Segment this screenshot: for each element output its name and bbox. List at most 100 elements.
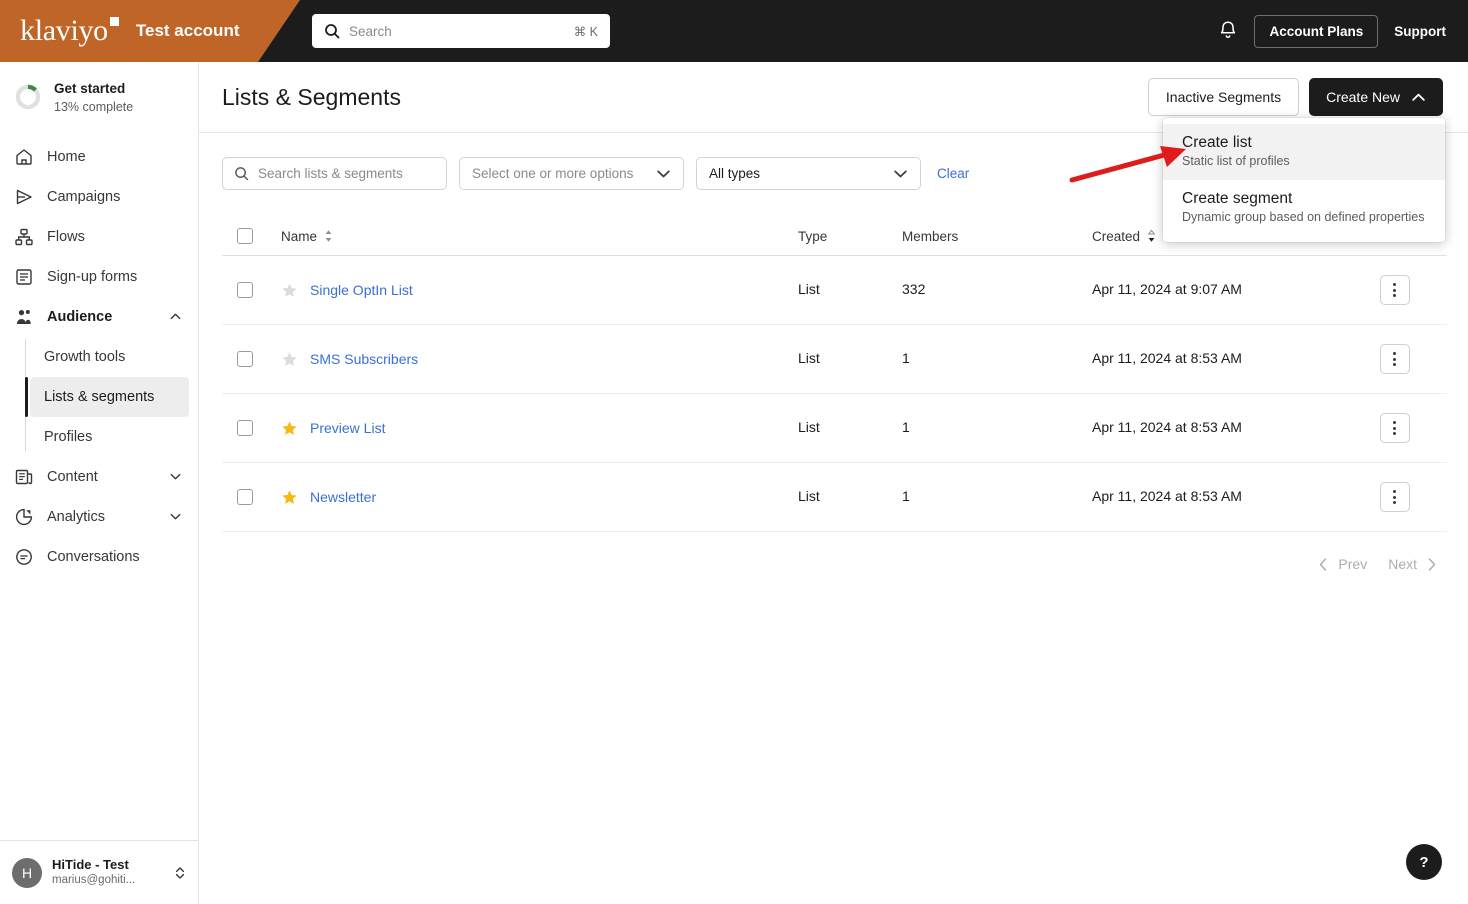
row-actions-button[interactable]	[1379, 344, 1410, 374]
sidebar-item-growth-tools[interactable]: Growth tools	[30, 337, 189, 377]
chevron-down-icon[interactable]	[169, 470, 182, 483]
table-row[interactable]: Preview List List 1 Apr 11, 2024 at 8:53…	[222, 394, 1447, 463]
kebab-dot	[1393, 352, 1396, 355]
prev-page-button[interactable]: Prev	[1317, 556, 1367, 572]
star-icon[interactable]	[281, 489, 298, 506]
menu-item-create-list[interactable]: Create list Static list of profiles	[1163, 124, 1445, 180]
lists-table: Name Type Members Created Single OptIn L…	[222, 217, 1447, 532]
list-created: Apr 11, 2024 at 8:53 AM	[1092, 350, 1242, 366]
account-name-label: HiTide - Test	[52, 856, 129, 872]
sidebar-item-label: Audience	[47, 308, 113, 325]
chevron-updown-icon[interactable]	[173, 864, 187, 882]
sidebar-item-conversations[interactable]: Conversations	[0, 537, 198, 577]
sidebar-item-home[interactable]: Home	[0, 137, 198, 177]
menu-item-subtitle: Dynamic group based on defined propertie…	[1182, 210, 1425, 224]
sidebar-item-profiles[interactable]: Profiles	[30, 417, 189, 457]
send-icon	[16, 189, 32, 204]
list-name-link[interactable]: SMS Subscribers	[310, 351, 418, 367]
list-type: List	[798, 350, 820, 366]
clear-filters-link[interactable]: Clear	[937, 166, 969, 181]
star-icon[interactable]	[281, 351, 298, 368]
chevron-down-icon[interactable]	[169, 510, 182, 523]
table-row[interactable]: SMS Subscribers List 1 Apr 11, 2024 at 8…	[222, 325, 1447, 394]
row-checkbox[interactable]	[237, 282, 253, 298]
kebab-dot	[1393, 495, 1396, 499]
kebab-dot	[1393, 490, 1396, 493]
list-type: List	[798, 488, 820, 504]
list-created: Apr 11, 2024 at 8:53 AM	[1092, 419, 1242, 435]
home-icon	[16, 149, 32, 165]
create-new-label: Create New	[1326, 89, 1400, 105]
select-all-checkbox[interactable]	[237, 228, 253, 244]
list-name-link[interactable]: Preview List	[310, 420, 385, 436]
support-link[interactable]: Support	[1394, 24, 1446, 39]
column-header-label: Members	[902, 228, 959, 244]
row-actions-button[interactable]	[1379, 482, 1410, 512]
kebab-dot	[1393, 294, 1396, 297]
kebab-dot	[1393, 357, 1396, 361]
sidebar-item-audience[interactable]: Audience	[0, 297, 198, 337]
global-search[interactable]: ⌘ K	[312, 14, 610, 48]
sort-icon	[325, 230, 332, 242]
table-row[interactable]: Newsletter List 1 Apr 11, 2024 at 8:53 A…	[222, 463, 1447, 532]
list-type: List	[798, 419, 820, 435]
options-filter-select[interactable]: Select one or more options	[459, 157, 684, 190]
row-checkbox[interactable]	[237, 489, 253, 505]
row-checkbox[interactable]	[237, 351, 253, 367]
list-search-input[interactable]	[258, 166, 435, 181]
klaviyo-logo-text: klaviyo	[20, 14, 108, 47]
page-title: Lists & Segments	[222, 83, 401, 110]
sidebar-subitem-label: Lists & segments	[44, 388, 155, 405]
chevron-down-icon	[894, 170, 907, 178]
star-icon[interactable]	[281, 282, 298, 299]
sidebar-item-flows[interactable]: Flows	[0, 217, 198, 257]
list-name-link[interactable]: Single OptIn List	[310, 282, 413, 298]
klaviyo-logo[interactable]: klaviyo	[20, 14, 119, 47]
sidebar-item-label: Sign-up forms	[47, 268, 138, 285]
list-members: 1	[902, 350, 910, 366]
chevron-up-icon[interactable]	[169, 310, 182, 323]
kebab-dot	[1393, 501, 1396, 504]
table-row[interactable]: Single OptIn List List 332 Apr 11, 2024 …	[222, 256, 1447, 325]
row-checkbox[interactable]	[237, 420, 253, 436]
top-bar: klaviyo Test account ⌘ K Account Plans S…	[0, 0, 1468, 62]
next-page-button[interactable]: Next	[1388, 556, 1438, 572]
sidebar-item-content[interactable]: Content	[0, 457, 198, 497]
sidebar-item-signup-forms[interactable]: Sign-up forms	[0, 257, 198, 297]
help-button[interactable]: ?	[1406, 844, 1442, 880]
menu-item-title: Create segment	[1182, 190, 1293, 207]
get-started-widget[interactable]: Get started 13% complete	[0, 62, 198, 133]
sidebar-nav: Home Campaigns Flows Sign-up forms Audie…	[0, 133, 198, 577]
create-new-button[interactable]: Create New	[1309, 78, 1443, 116]
form-icon	[16, 269, 32, 285]
sidebar-item-lists-and-segments[interactable]: Lists & segments	[25, 376, 189, 417]
account-plans-button[interactable]: Account Plans	[1254, 14, 1379, 48]
row-actions-button[interactable]	[1379, 275, 1410, 305]
sidebar-item-label: Campaigns	[47, 188, 121, 205]
account-email-label: marius@gohiti...	[52, 874, 136, 887]
sort-desc-icon	[1147, 229, 1156, 242]
avatar: H	[12, 857, 42, 888]
options-filter-value: Select one or more options	[472, 166, 634, 181]
bell-icon[interactable]	[1218, 20, 1238, 42]
sidebar-subitem-label: Profiles	[44, 428, 93, 445]
inactive-segments-button[interactable]: Inactive Segments	[1147, 78, 1300, 116]
list-members: 332	[902, 281, 926, 297]
account-switcher[interactable]: H HiTide - Test marius@gohiti...	[0, 840, 199, 904]
list-search-field[interactable]	[222, 157, 447, 190]
sidebar-item-campaigns[interactable]: Campaigns	[0, 177, 198, 217]
sidebar-item-label: Conversations	[47, 548, 140, 565]
column-header-name[interactable]: Name	[281, 229, 334, 244]
list-created: Apr 11, 2024 at 9:07 AM	[1092, 281, 1242, 297]
sidebar-subitem-label: Growth tools	[44, 348, 126, 365]
global-search-input[interactable]	[349, 23, 565, 39]
search-icon	[325, 24, 340, 39]
row-actions-button[interactable]	[1379, 413, 1410, 443]
menu-item-create-segment[interactable]: Create segment Dynamic group based on de…	[1163, 180, 1445, 236]
sidebar-item-analytics[interactable]: Analytics	[0, 497, 198, 537]
type-filter-select[interactable]: All types	[696, 157, 921, 190]
star-icon[interactable]	[281, 420, 298, 437]
menu-item-subtitle: Static list of profiles	[1182, 154, 1290, 168]
content-icon	[15, 469, 33, 484]
list-name-link[interactable]: Newsletter	[310, 489, 376, 505]
